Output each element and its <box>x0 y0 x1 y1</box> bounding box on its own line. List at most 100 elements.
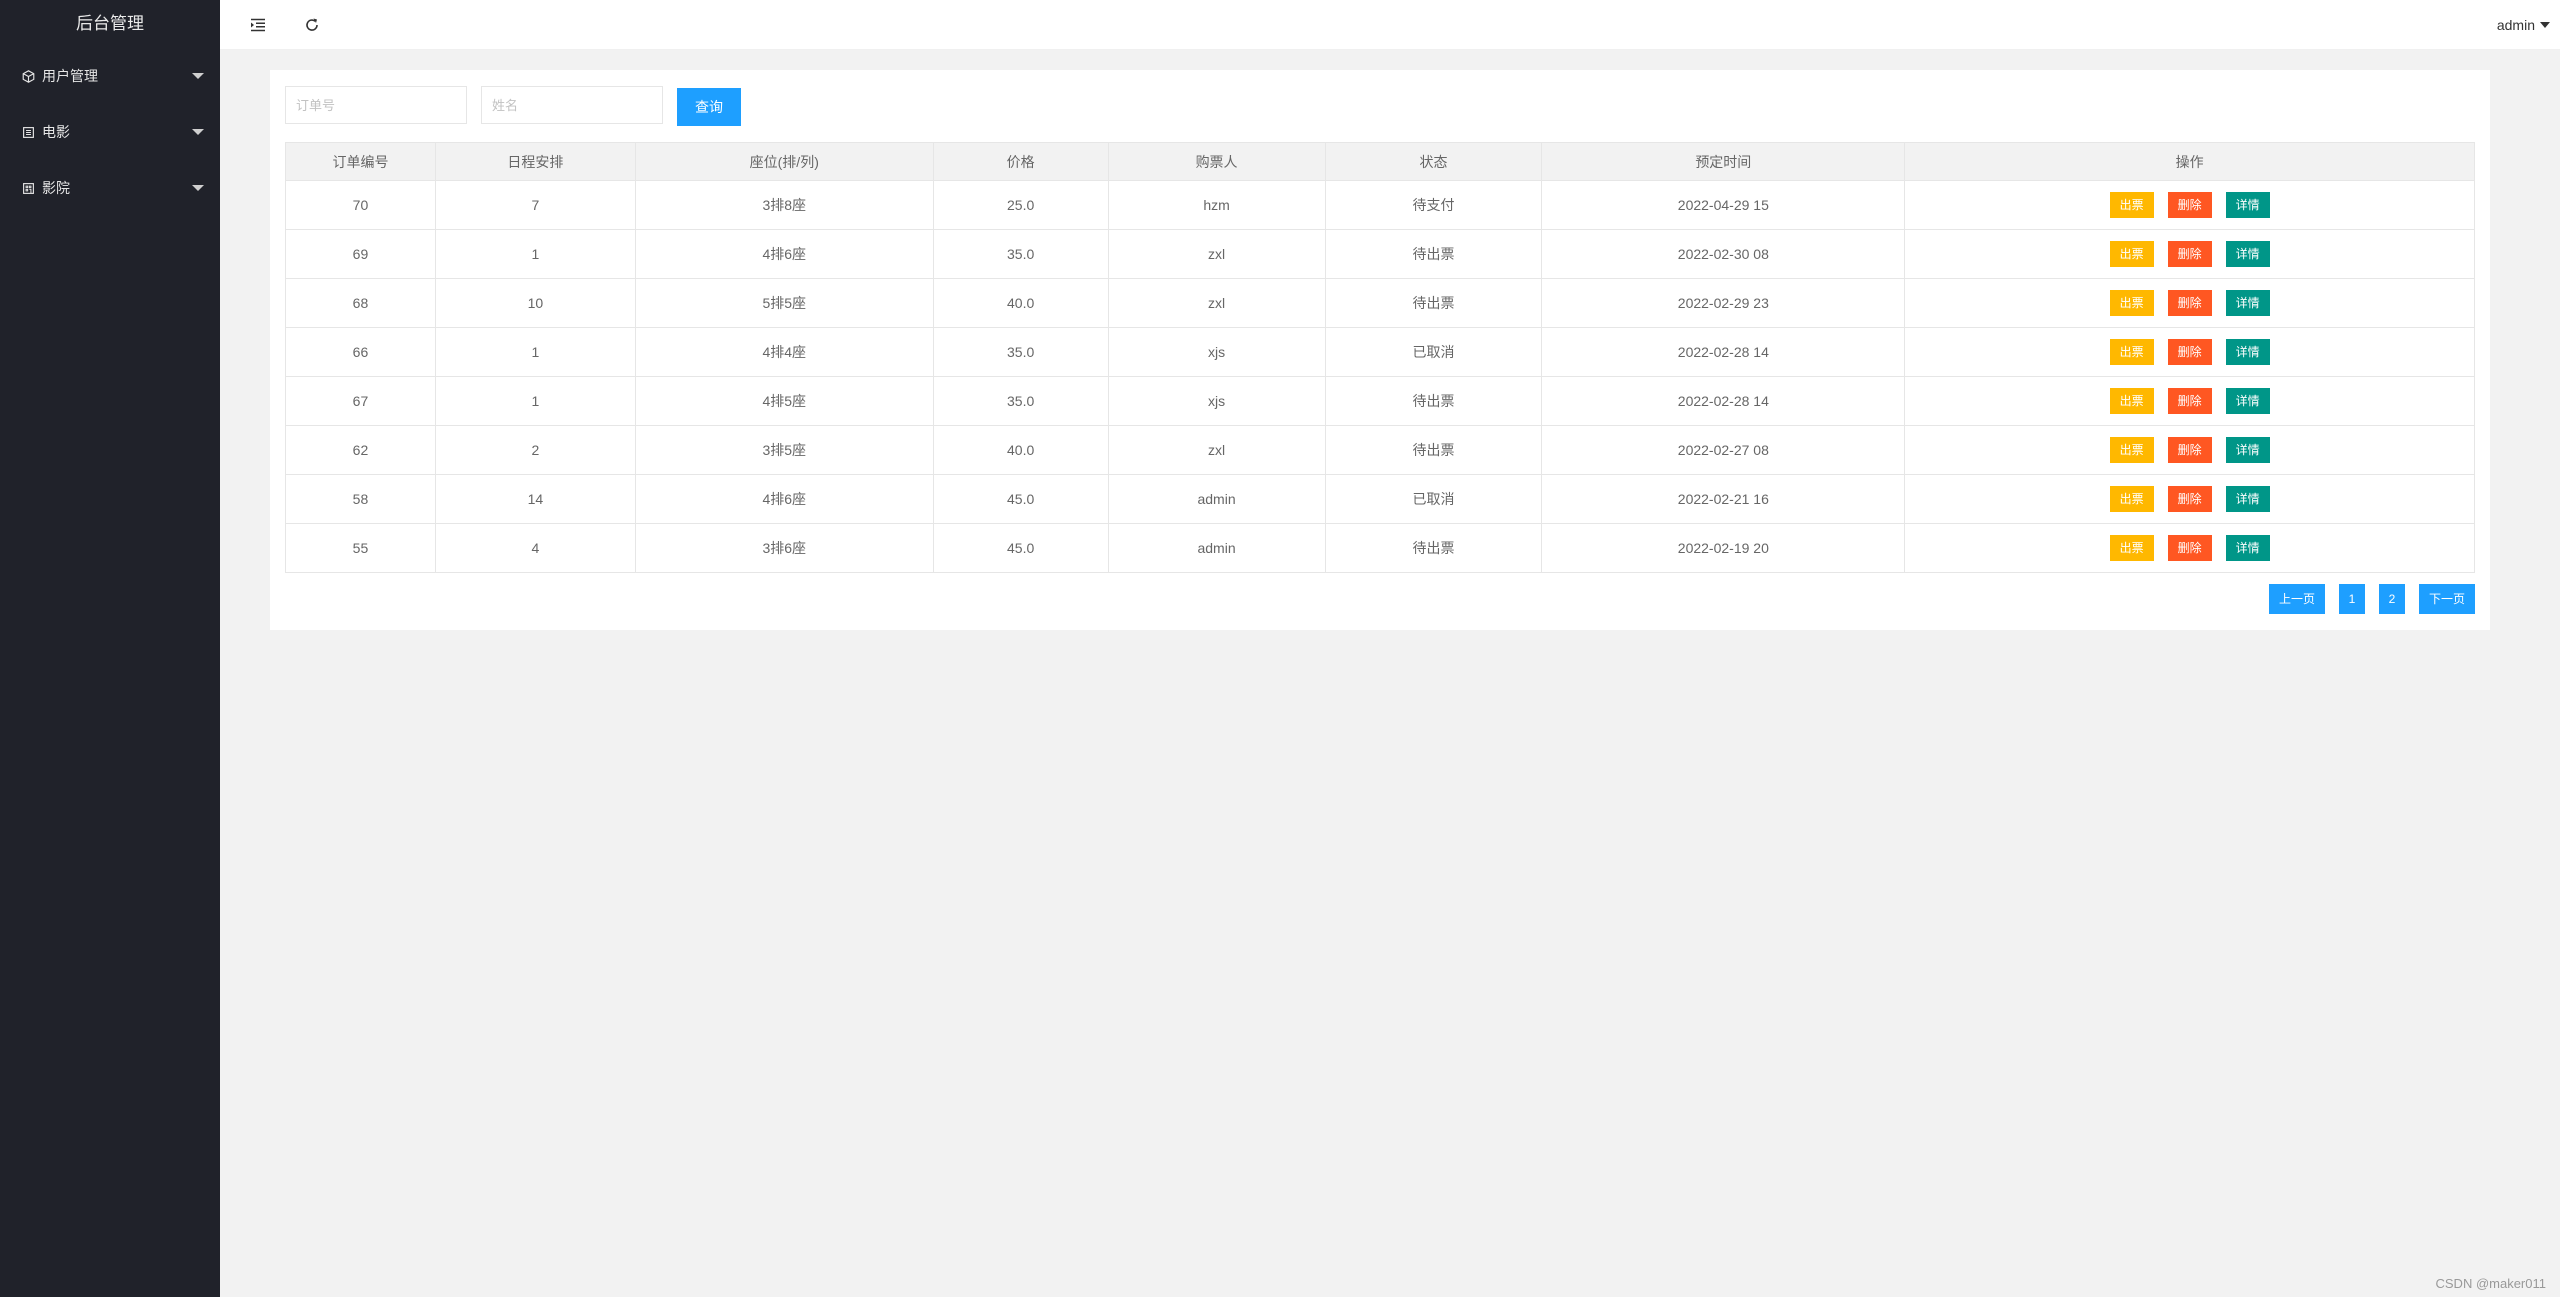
schedule-cell: 1 <box>434 327 636 377</box>
seat-cell: 4排6座 <box>634 474 934 524</box>
table-row: 69 1 4排6座 35.0 zxl 待出票 2022-02-30 08 出票 删除 详情 <box>285 229 2475 279</box>
issue-ticket-button[interactable]: 出票 <box>2109 437 2154 463</box>
buyer-cell: zxl <box>1107 278 1326 328</box>
order-id-cell: 55 <box>285 523 436 573</box>
prev-page-button[interactable]: 上一页 <box>2269 584 2325 614</box>
column-header: 日程安排 <box>434 142 636 181</box>
booking-time-cell: 2022-04-29 15 <box>1541 180 1906 230</box>
detail-button[interactable]: 详情 <box>2225 192 2270 218</box>
order-id-cell: 66 <box>285 327 436 377</box>
detail-button[interactable]: 详情 <box>2225 339 2270 365</box>
schedule-cell: 14 <box>434 474 636 524</box>
table-row: 67 1 4排5座 35.0 xjs 待出票 2022-02-28 14 出票 删除 详情 <box>285 376 2475 426</box>
issue-ticket-button[interactable]: 出票 <box>2109 241 2154 267</box>
buyer-cell: zxl <box>1107 229 1326 279</box>
booking-time-cell: 2022-02-28 14 <box>1541 376 1906 426</box>
issue-ticket-button[interactable]: 出票 <box>2109 339 2154 365</box>
delete-button[interactable]: 删除 <box>2167 339 2212 365</box>
actions-cell: 出票 删除 详情 <box>1904 229 2475 279</box>
detail-button[interactable]: 详情 <box>2225 437 2270 463</box>
page-button-2[interactable]: 2 <box>2379 584 2405 614</box>
sidebar-item-movies[interactable]: 电影 <box>0 104 220 160</box>
name-input[interactable] <box>481 86 663 124</box>
menu-toggle-icon[interactable] <box>247 14 269 36</box>
schedule-cell: 4 <box>434 523 636 573</box>
detail-button[interactable]: 详情 <box>2225 486 2270 512</box>
content-card: 查询 订单编号 日程安排 座位(排/列) 价格 购票人 状态 预定时间 操作 <box>270 70 2490 630</box>
status-cell: 待出票 <box>1324 278 1543 328</box>
next-page-button[interactable]: 下一页 <box>2419 584 2475 614</box>
delete-button[interactable]: 删除 <box>2167 192 2212 218</box>
issue-ticket-button[interactable]: 出票 <box>2109 192 2154 218</box>
detail-button[interactable]: 详情 <box>2225 535 2270 561</box>
seat-cell: 3排8座 <box>634 180 934 230</box>
actions-cell: 出票 删除 详情 <box>1904 180 2475 230</box>
chevron-down-icon <box>192 73 204 79</box>
user-menu[interactable]: admin <box>2497 0 2550 50</box>
actions-cell: 出票 删除 详情 <box>1904 278 2475 328</box>
booking-time-cell: 2022-02-19 20 <box>1541 523 1906 573</box>
delete-button[interactable]: 删除 <box>2167 290 2212 316</box>
delete-button[interactable]: 删除 <box>2167 437 2212 463</box>
status-cell: 待出票 <box>1324 523 1543 573</box>
order-id-cell: 69 <box>285 229 436 279</box>
price-cell: 45.0 <box>932 523 1109 573</box>
column-header: 价格 <box>932 142 1109 181</box>
sidebar-item-label: 用户管理 <box>42 68 98 84</box>
detail-button[interactable]: 详情 <box>2225 388 2270 414</box>
status-cell: 待出票 <box>1324 425 1543 475</box>
seat-cell: 4排4座 <box>634 327 934 377</box>
delete-button[interactable]: 删除 <box>2167 388 2212 414</box>
sidebar-item-cinemas[interactable]: 影院 <box>0 160 220 216</box>
search-button[interactable]: 查询 <box>677 88 741 126</box>
refresh-icon[interactable] <box>301 14 323 36</box>
seat-cell: 3排5座 <box>634 425 934 475</box>
issue-ticket-button[interactable]: 出票 <box>2109 486 2154 512</box>
delete-button[interactable]: 删除 <box>2167 241 2212 267</box>
booking-time-cell: 2022-02-27 08 <box>1541 425 1906 475</box>
watermark: CSDN @maker011 <box>2435 1276 2547 1291</box>
app-title: 后台管理 <box>76 14 144 33</box>
schedule-cell: 10 <box>434 278 636 328</box>
chevron-down-icon <box>192 129 204 135</box>
buyer-cell: zxl <box>1107 425 1326 475</box>
booking-time-cell: 2022-02-21 16 <box>1541 474 1906 524</box>
page-button-1[interactable]: 1 <box>2339 584 2365 614</box>
detail-button[interactable]: 详情 <box>2225 290 2270 316</box>
seat-cell: 4排5座 <box>634 376 934 426</box>
sidebar-item-label: 电影 <box>42 124 70 140</box>
price-cell: 35.0 <box>932 327 1109 377</box>
actions-cell: 出票 删除 详情 <box>1904 474 2475 524</box>
delete-button[interactable]: 删除 <box>2167 535 2212 561</box>
top-header: admin <box>220 0 2560 50</box>
issue-ticket-button[interactable]: 出票 <box>2109 535 2154 561</box>
chevron-down-icon <box>2540 22 2550 28</box>
column-header: 预定时间 <box>1541 142 1906 181</box>
delete-button[interactable]: 删除 <box>2167 486 2212 512</box>
table-body: 70 7 3排8座 25.0 hzm 待支付 2022-04-29 15 出票 删除 详情 69 1 4… <box>285 180 2475 573</box>
table-row: 68 10 5排5座 40.0 zxl 待出票 2022-02-29 23 出票 删除 详情 <box>285 278 2475 328</box>
issue-ticket-button[interactable]: 出票 <box>2109 290 2154 316</box>
list-icon <box>20 124 36 140</box>
booking-time-cell: 2022-02-28 14 <box>1541 327 1906 377</box>
issue-ticket-button[interactable]: 出票 <box>2109 388 2154 414</box>
order-id-cell: 68 <box>285 278 436 328</box>
schedule-cell: 1 <box>434 376 636 426</box>
detail-button[interactable]: 详情 <box>2225 241 2270 267</box>
buyer-cell: hzm <box>1107 180 1326 230</box>
table-row: 70 7 3排8座 25.0 hzm 待支付 2022-04-29 15 出票 删除 详情 <box>285 180 2475 230</box>
schedule-cell: 1 <box>434 229 636 279</box>
price-cell: 40.0 <box>932 425 1109 475</box>
order-id-cell: 58 <box>285 474 436 524</box>
actions-cell: 出票 删除 详情 <box>1904 523 2475 573</box>
sidebar-item-users[interactable]: 用户管理 <box>0 48 220 104</box>
column-header: 购票人 <box>1107 142 1326 181</box>
order-number-input[interactable] <box>285 86 467 124</box>
column-header: 操作 <box>1904 142 2475 181</box>
pagination: 上一页 1 2 下一页 <box>2255 584 2475 614</box>
status-cell: 待出票 <box>1324 229 1543 279</box>
actions-cell: 出票 删除 详情 <box>1904 425 2475 475</box>
table-row: 58 14 4排6座 45.0 admin 已取消 2022-02-21 16 出票 删除 详情 <box>285 474 2475 524</box>
actions-cell: 出票 删除 详情 <box>1904 376 2475 426</box>
schedule-cell: 2 <box>434 425 636 475</box>
